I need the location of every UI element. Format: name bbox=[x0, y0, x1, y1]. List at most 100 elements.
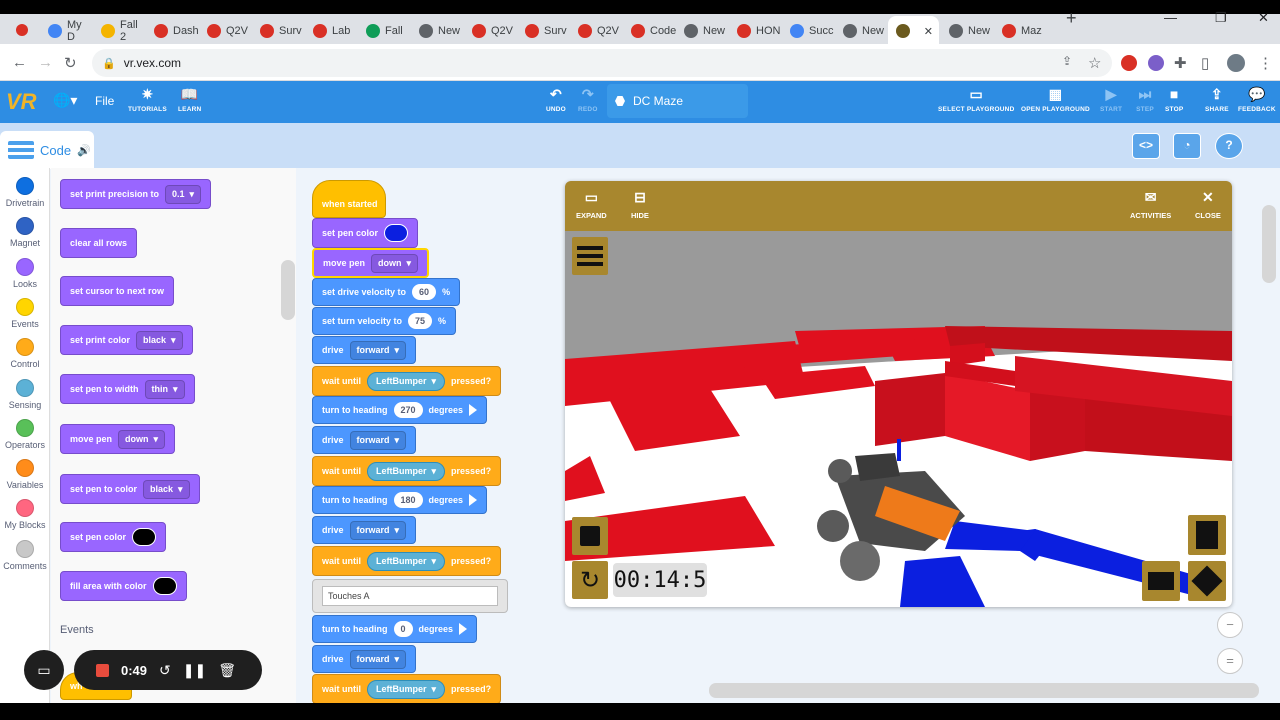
drive-forward-block[interactable]: drive forward bbox=[312, 336, 417, 364]
new-tab-button[interactable]: + bbox=[1066, 8, 1077, 29]
maximize-icon[interactable]: ❐ bbox=[1215, 10, 1227, 26]
wait-until-block[interactable]: wait untilLeftBumperpressed? bbox=[312, 674, 502, 704]
minimize-icon[interactable]: — bbox=[1164, 10, 1177, 25]
restart-recording-icon[interactable]: ↺ bbox=[159, 662, 171, 679]
profile-avatar[interactable] bbox=[1227, 54, 1245, 72]
category-looks[interactable]: Looks bbox=[0, 257, 50, 289]
move-pen-dropdown[interactable]: down bbox=[118, 429, 166, 449]
undo-button[interactable]: ↶ UNDO bbox=[546, 85, 566, 113]
browser-tab[interactable]: Code bbox=[623, 18, 676, 44]
learn-button[interactable]: 📖 LEARN bbox=[178, 85, 201, 113]
drive-direction-dropdown[interactable]: forward bbox=[349, 340, 407, 360]
browser-tab[interactable]: Surv bbox=[517, 18, 568, 44]
stop-recording-icon[interactable] bbox=[96, 663, 109, 677]
palette-move-pen[interactable]: move pen down bbox=[60, 424, 176, 454]
reset-icon[interactable]: ↻ bbox=[572, 561, 608, 599]
set-turn-velocity-block[interactable]: set turn velocity to 75% bbox=[312, 307, 457, 335]
drive-forward-block[interactable]: drive forward bbox=[312, 516, 417, 544]
pen-color-swatch[interactable] bbox=[132, 528, 157, 546]
close-window-icon[interactable]: ✕ bbox=[1258, 10, 1269, 26]
activities-button[interactable]: ✉ ACTIVITIES bbox=[1130, 189, 1171, 220]
pen-width-dropdown[interactable]: thin bbox=[144, 379, 185, 399]
palette-set-print-color[interactable]: set print color black bbox=[60, 325, 193, 355]
browser-tab[interactable]: Q2V bbox=[464, 18, 515, 44]
category-drivetrain[interactable]: Drivetrain bbox=[0, 177, 50, 208]
browser-tab[interactable]: My D bbox=[40, 18, 91, 44]
heading-input[interactable]: 180 bbox=[393, 492, 423, 508]
palette-set-pen-to-color[interactable]: set pen to color black bbox=[60, 474, 200, 504]
precision-dropdown[interactable]: 0.1 bbox=[165, 184, 202, 204]
forward-icon[interactable]: → bbox=[38, 54, 53, 71]
share-page-icon[interactable]: ⇪ bbox=[1062, 54, 1072, 68]
browser-tab[interactable]: Lab bbox=[305, 18, 356, 44]
feedback-button[interactable]: 💬 FEEDBACK bbox=[1238, 85, 1276, 113]
close-playground-button[interactable]: ✕ CLOSE bbox=[1195, 189, 1221, 220]
adblock-extension-icon[interactable] bbox=[1121, 55, 1137, 71]
palette-set-print-precision[interactable]: set print precision to 0.1 bbox=[60, 179, 212, 209]
menu-hamburger-icon[interactable] bbox=[572, 237, 608, 275]
hide-button[interactable]: ⊟ HIDE bbox=[631, 189, 649, 220]
when-started-block[interactable]: when started bbox=[312, 180, 386, 218]
drive-forward-block[interactable]: drive forward bbox=[312, 426, 417, 454]
robot-camera-icon[interactable] bbox=[1188, 561, 1226, 601]
pen-to-color-dropdown[interactable]: black bbox=[143, 479, 190, 499]
dashboard-gauge-icon[interactable]: ◔ bbox=[1173, 133, 1201, 159]
palette-set-cursor-next-row[interactable]: set cursor to next row bbox=[60, 276, 175, 306]
globe-language-icon[interactable]: 🌐▾ bbox=[53, 92, 77, 109]
wait-until-block[interactable]: wait untilLeftBumperpressed? bbox=[312, 456, 502, 486]
start-button[interactable]: ▶ START bbox=[1100, 85, 1122, 113]
drive-forward-block[interactable]: drive forward bbox=[312, 645, 417, 673]
browser-tab[interactable]: New bbox=[676, 18, 727, 44]
top-camera-icon[interactable] bbox=[1188, 515, 1226, 555]
turn-to-heading-block[interactable]: turn to heading 0 degrees bbox=[312, 615, 478, 643]
help-icon[interactable]: ? bbox=[1215, 133, 1243, 159]
browser-tab[interactable]: Q2V bbox=[570, 18, 621, 44]
redo-button[interactable]: ↷ REDO bbox=[578, 85, 598, 113]
browser-tab[interactable]: ✕ bbox=[888, 16, 939, 46]
turn-to-heading-block[interactable]: turn to heading 180 degrees bbox=[312, 486, 488, 514]
tutorials-button[interactable]: ✷ TUTORIALS bbox=[128, 85, 167, 113]
run-block-icon[interactable] bbox=[469, 494, 478, 506]
left-bumper-dropdown[interactable]: LeftBumper bbox=[367, 679, 446, 699]
heading-input[interactable]: 0 bbox=[393, 621, 413, 637]
code-view-icon[interactable]: <> bbox=[1132, 133, 1160, 159]
palette-fill-area[interactable]: fill area with color bbox=[60, 571, 187, 601]
maze-3d-view[interactable] bbox=[565, 231, 1232, 607]
browser-tab[interactable]: Q2V bbox=[199, 18, 250, 44]
run-block-icon[interactable] bbox=[459, 623, 468, 635]
delete-recording-icon[interactable]: 🗑 bbox=[218, 662, 236, 679]
workspace-horizontal-scrollbar[interactable] bbox=[709, 683, 1259, 698]
turn-velocity-input[interactable]: 75 bbox=[408, 313, 433, 329]
reload-icon[interactable]: ↻ bbox=[64, 54, 77, 72]
back-icon[interactable]: ← bbox=[12, 54, 27, 71]
browser-tab[interactable]: New bbox=[941, 18, 992, 44]
pause-recording-icon[interactable]: ❚❚ bbox=[183, 662, 206, 679]
palette-set-pen-color[interactable]: set pen color bbox=[60, 522, 167, 552]
browser-tab[interactable]: Maz bbox=[994, 18, 1045, 44]
extension-icon[interactable] bbox=[1148, 55, 1164, 71]
chrome-menu-icon[interactable]: ⋮ bbox=[1258, 54, 1273, 72]
set-pen-color-block[interactable]: set pen color bbox=[312, 218, 419, 248]
move-pen-block[interactable]: move pen down bbox=[312, 248, 430, 278]
category-my-blocks[interactable]: My Blocks bbox=[0, 499, 50, 530]
turn-to-heading-block[interactable]: turn to heading 270 degrees bbox=[312, 396, 488, 424]
browser-tab[interactable]: New bbox=[411, 18, 462, 44]
extensions-puzzle-icon[interactable]: ✚ bbox=[1174, 54, 1187, 72]
stop-button[interactable]: ■ STOP bbox=[1165, 85, 1183, 113]
category-sensing[interactable]: Sensing bbox=[0, 378, 50, 410]
project-name-field[interactable]: DC Maze bbox=[607, 84, 748, 118]
drive-velocity-input[interactable]: 60 bbox=[412, 284, 437, 300]
bookmark-star-icon[interactable]: ☆ bbox=[1088, 54, 1101, 72]
pen-color-blue-swatch[interactable] bbox=[384, 224, 409, 242]
speaker-icon[interactable]: 🔊 bbox=[77, 144, 91, 157]
file-menu[interactable]: File bbox=[95, 94, 114, 108]
category-control[interactable]: Control bbox=[0, 338, 50, 369]
drive-direction-dropdown[interactable]: forward bbox=[349, 430, 407, 450]
zoom-reset-icon[interactable]: = bbox=[1217, 648, 1243, 674]
sidepanel-icon[interactable]: ▯ bbox=[1201, 54, 1209, 72]
set-drive-velocity-block[interactable]: set drive velocity to 60% bbox=[312, 278, 461, 306]
palette-set-pen-width[interactable]: set pen to width thin bbox=[60, 374, 195, 404]
heading-input[interactable]: 270 bbox=[393, 402, 423, 418]
drive-direction-dropdown[interactable]: forward bbox=[349, 520, 407, 540]
comment-text-field[interactable]: Touches A bbox=[322, 586, 498, 606]
